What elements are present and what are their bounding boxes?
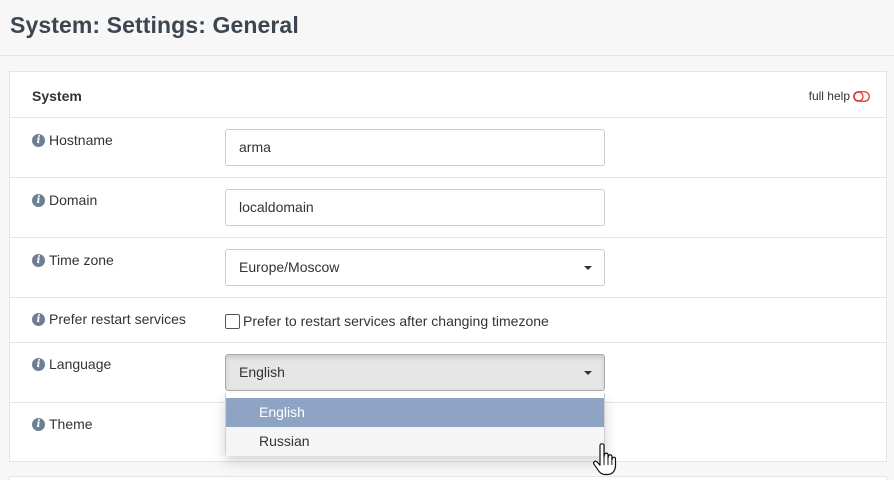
language-value: English <box>239 364 285 380</box>
hostname-label-text: Hostname <box>49 132 113 148</box>
page-header: System: Settings: General <box>0 0 894 56</box>
prefer-restart-label-text: Prefer restart services <box>49 311 186 327</box>
page-title: System: Settings: General <box>10 12 299 38</box>
full-help-toggle[interactable]: full help <box>809 89 870 103</box>
caret-down-icon <box>584 266 592 270</box>
domain-label: i Domain <box>32 192 97 208</box>
timezone-label-text: Time zone <box>49 252 114 268</box>
prefer-restart-row: i Prefer restart services Prefer to rest… <box>10 298 886 343</box>
info-icon[interactable]: i <box>32 357 45 371</box>
hostname-label: i Hostname <box>32 132 113 148</box>
prefer-restart-checkbox-label[interactable]: Prefer to restart services after changin… <box>243 313 549 329</box>
hand-cursor-icon <box>592 443 618 477</box>
panel-header: System full help <box>10 72 886 118</box>
hostname-input[interactable]: arma <box>225 129 605 166</box>
language-dropdown-menu: English Russian <box>225 393 605 456</box>
info-icon[interactable]: i <box>32 253 45 267</box>
info-icon[interactable]: i <box>32 417 45 431</box>
timezone-select[interactable]: Europe/Moscow <box>225 249 605 286</box>
language-option-english[interactable]: English <box>226 398 604 427</box>
prefer-restart-label: i Prefer restart services <box>32 311 186 327</box>
domain-row: i Domain localdomain <box>10 178 886 238</box>
toggle-off-icon[interactable] <box>853 90 870 102</box>
language-option-russian[interactable]: Russian <box>226 427 604 456</box>
language-label: i Language <box>32 356 111 372</box>
language-label-text: Language <box>49 356 112 372</box>
domain-input[interactable]: localdomain <box>225 189 605 226</box>
hostname-row: i Hostname arma <box>10 118 886 178</box>
section-title: System <box>32 88 82 104</box>
timezone-label: i Time zone <box>32 252 114 268</box>
theme-label: i Theme <box>32 416 93 432</box>
caret-down-icon <box>584 371 592 375</box>
timezone-value: Europe/Moscow <box>239 259 340 275</box>
info-icon[interactable]: i <box>32 312 45 326</box>
next-panel <box>9 476 887 480</box>
info-icon[interactable]: i <box>32 193 45 207</box>
timezone-row: i Time zone Europe/Moscow <box>10 238 886 298</box>
theme-label-text: Theme <box>49 416 93 432</box>
info-icon[interactable]: i <box>32 133 45 147</box>
full-help-label: full help <box>808 89 850 103</box>
domain-label-text: Domain <box>49 192 98 208</box>
language-select[interactable]: English <box>225 354 605 391</box>
prefer-restart-checkbox[interactable] <box>225 314 240 329</box>
